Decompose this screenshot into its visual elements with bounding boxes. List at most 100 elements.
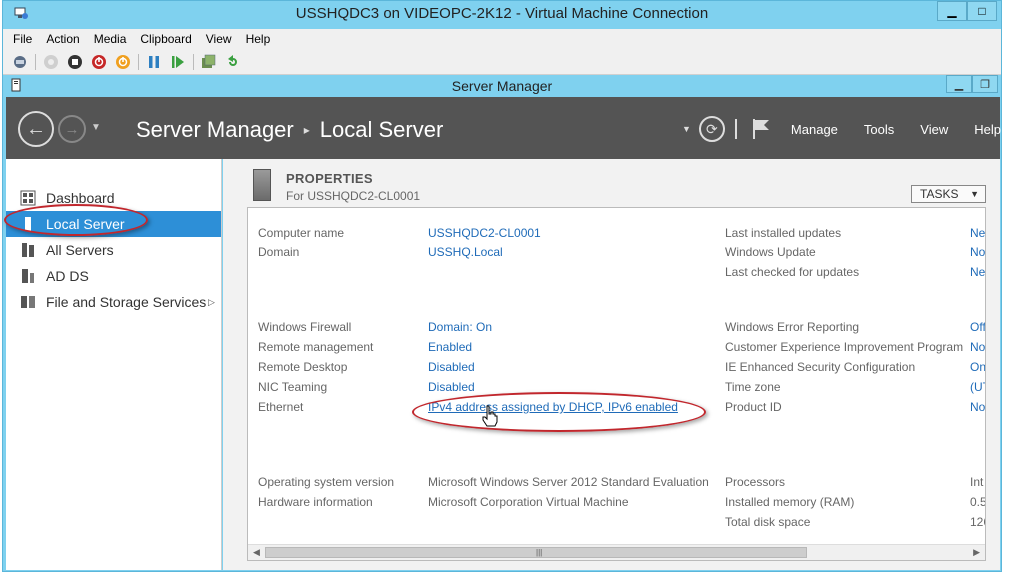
back-arrow-icon[interactable]: ← [18, 111, 54, 147]
server-manager-title-bar: Server Manager ▁ ❐ [6, 75, 998, 97]
property-label: Windows Update [725, 245, 816, 259]
property-label: Remote Desktop [258, 360, 348, 374]
header-dropdown-icon[interactable]: ▼ [682, 124, 691, 134]
menu-media[interactable]: Media [94, 32, 127, 46]
property-label: Windows Firewall [258, 320, 352, 334]
property-label: Windows Error Reporting [725, 320, 860, 334]
tools-menu[interactable]: Tools [864, 122, 894, 137]
vm-maximize-button[interactable]: □ [967, 1, 997, 21]
grip-icon: ||| [536, 548, 543, 557]
horizontal-scrollbar[interactable]: ◀ ||| ▶ [248, 544, 985, 560]
pause-icon[interactable] [145, 53, 163, 71]
property-label: Installed memory (RAM) [725, 495, 855, 509]
property-label: Processors [725, 475, 786, 489]
server-manager-header: ← → ▼ Server Manager ▸ Local Server ▼ ⟳ … [6, 97, 1001, 159]
sidebar-item-label: All Servers [46, 242, 114, 258]
vm-title-bar: USSHQDC3 on VIDEOPC-2K12 - Virtual Machi… [3, 1, 1001, 29]
sidebar-item-label: Dashboard [46, 190, 115, 206]
property-label: Computer name [258, 226, 345, 240]
ie-esc-link[interactable]: On [970, 360, 985, 374]
ethernet-link[interactable]: IPv4 address assigned by DHCP, IPv6 enab… [428, 400, 678, 414]
toolbar-separator [35, 53, 36, 70]
properties-panel: Computer name USSHQDC2-CL0001 Domain USS… [247, 207, 986, 561]
menu-action[interactable]: Action [46, 32, 79, 46]
menu-clipboard[interactable]: Clipboard [140, 32, 191, 46]
breadcrumb-server-manager[interactable]: Server Manager [136, 117, 294, 143]
chevron-right-icon[interactable]: ▷ [208, 297, 215, 308]
nav-history-dropdown-icon[interactable]: ▼ [91, 122, 101, 133]
vm-minimize-button[interactable]: ▁ [937, 1, 967, 21]
property-label: Total disk space [725, 515, 811, 529]
sm-restore-button[interactable]: ❐ [972, 75, 998, 93]
dashboard-icon [20, 190, 36, 206]
start-icon[interactable] [42, 53, 60, 71]
total-disk-space-value: 126 [970, 515, 985, 529]
all-servers-icon [20, 242, 36, 258]
turn-off-icon[interactable] [66, 53, 84, 71]
sidebar-item-ad-ds[interactable]: AD DS [6, 263, 221, 289]
sidebar-item-label: Local Server [46, 216, 125, 232]
hand-cursor-icon [482, 405, 498, 427]
remote-desktop-link[interactable]: Disabled [428, 360, 475, 374]
tasks-button[interactable]: TASKS ▼ [911, 185, 986, 203]
shutdown-icon[interactable] [90, 53, 108, 71]
tasks-label: TASKS [920, 187, 959, 201]
sm-minimize-button[interactable]: ▁ [946, 75, 972, 93]
sidebar-item-all-servers[interactable]: All Servers [6, 237, 221, 263]
tasks-dropdown-icon: ▼ [970, 189, 979, 199]
server-manager-window-title: Server Manager [451, 78, 553, 94]
hardware-info-value: Microsoft Corporation Virtual Machine [428, 495, 629, 509]
help-menu[interactable]: Help [974, 122, 1001, 137]
scroll-left-icon[interactable]: ◀ [253, 547, 260, 558]
menu-help[interactable]: Help [246, 32, 271, 46]
property-label: Remote management [258, 340, 374, 354]
sidebar-item-dashboard[interactable]: Dashboard [6, 185, 221, 211]
ctrl-alt-del-icon[interactable] [11, 53, 29, 71]
property-label: Customer Experience Improvement Program [725, 340, 964, 354]
product-id-link[interactable]: No [970, 400, 985, 414]
notifications-flag-icon[interactable] [751, 118, 771, 140]
properties-subtitle: For USSHQDC2-CL0001 [286, 189, 421, 203]
firewall-link[interactable]: Domain: On [428, 320, 492, 334]
ad-ds-icon [20, 268, 36, 284]
save-icon[interactable] [114, 53, 132, 71]
sidebar-item-local-server[interactable]: Local Server [6, 211, 221, 237]
property-label: Operating system version [258, 475, 395, 489]
breadcrumb: Server Manager ▸ Local Server [136, 117, 443, 143]
nic-teaming-link[interactable]: Disabled [428, 380, 475, 394]
remote-management-link[interactable]: Enabled [428, 340, 472, 354]
storage-icon [20, 294, 36, 310]
installed-memory-value: 0.5 [970, 495, 986, 509]
last-installed-updates-link[interactable]: Ne [970, 226, 985, 240]
menu-file[interactable]: File [13, 32, 32, 46]
snapshot-icon[interactable] [200, 53, 218, 71]
vm-menu-bar: File Action Media Clipboard View Help [3, 29, 1001, 49]
property-label: Ethernet [258, 400, 304, 414]
scrollbar-thumb[interactable]: ||| [265, 547, 807, 558]
toolbar-separator [193, 53, 194, 70]
error-reporting-link[interactable]: Off [970, 320, 985, 334]
view-menu[interactable]: View [920, 122, 948, 137]
refresh-icon[interactable]: ⟳ [698, 116, 725, 142]
sidebar-item-label: File and Storage Services [46, 294, 207, 310]
last-checked-updates-link[interactable]: Ne [970, 265, 985, 279]
scroll-right-icon[interactable]: ▶ [973, 547, 980, 558]
menu-view[interactable]: View [206, 32, 232, 46]
header-divider [734, 119, 737, 139]
domain-link[interactable]: USSHQ.Local [428, 245, 503, 259]
revert-icon[interactable] [224, 53, 242, 71]
windows-update-link[interactable]: No [970, 245, 985, 259]
vm-toolbar [3, 49, 1001, 75]
sidebar-item-file-and-storage[interactable]: File and Storage Services ▷ [6, 289, 221, 315]
os-version-value: Microsoft Windows Server 2012 Standard E… [428, 475, 709, 489]
manage-menu[interactable]: Manage [791, 122, 838, 137]
time-zone-link[interactable]: (UT [970, 380, 985, 394]
computer-name-link[interactable]: USSHQDC2-CL0001 [428, 226, 541, 240]
forward-arrow-icon[interactable]: → [58, 115, 86, 143]
local-server-icon [20, 216, 36, 232]
ceip-link[interactable]: No [970, 340, 985, 354]
property-label: Last installed updates [725, 226, 842, 240]
breadcrumb-separator-icon: ▸ [303, 123, 310, 137]
resume-icon[interactable] [169, 53, 187, 71]
sidebar: Dashboard Local Server All Servers AD DS… [6, 159, 222, 570]
